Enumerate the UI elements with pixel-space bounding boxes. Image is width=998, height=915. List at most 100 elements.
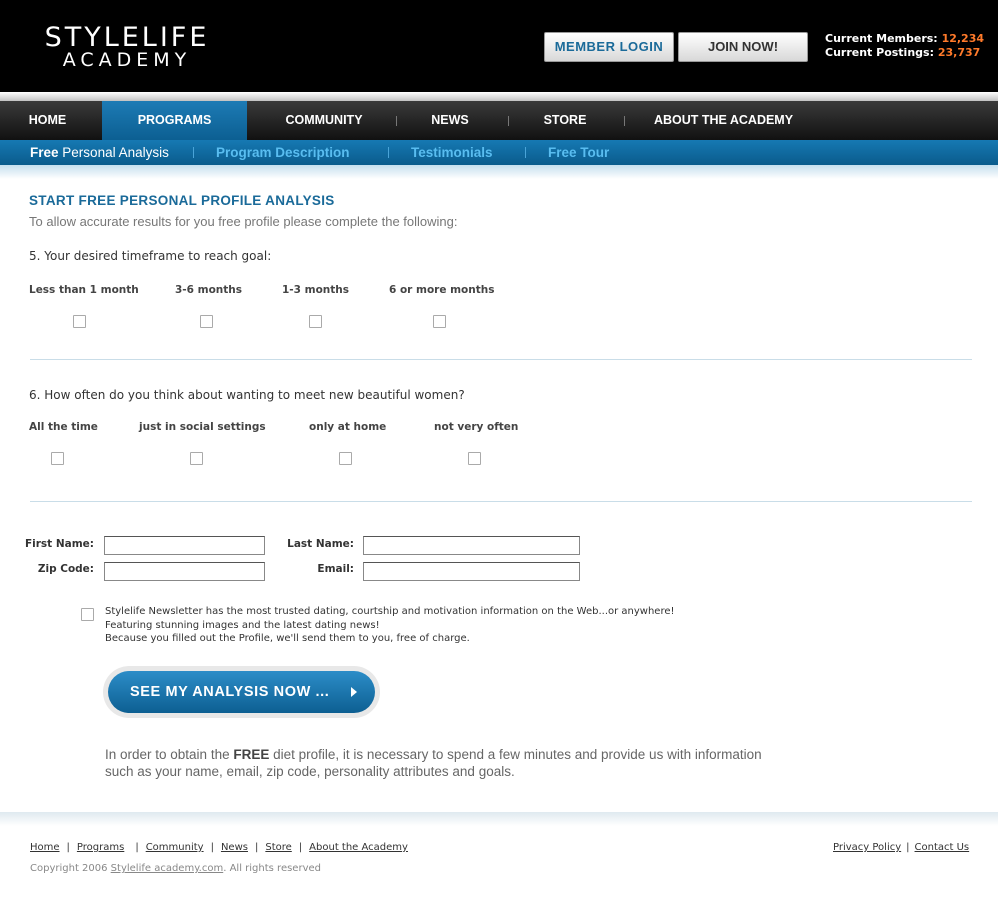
newsletter-text: Stylelife Newsletter has the most truste… <box>105 605 675 646</box>
subnav-separator <box>388 147 389 158</box>
q5-checkbox-less-than-1-month[interactable] <box>73 315 86 328</box>
newsletter-checkbox[interactable] <box>81 608 94 621</box>
first-name-field[interactable] <box>104 536 265 555</box>
note-line1-pre: In order to obtain the <box>105 747 234 762</box>
email-field[interactable] <box>363 562 580 581</box>
footer-separator-bar: | <box>135 842 139 853</box>
q6-checkbox-social-settings[interactable] <box>190 452 203 465</box>
see-my-analysis-button[interactable]: SEE MY ANALYSIS NOW ... <box>108 671 375 713</box>
footer-link-contact-us[interactable]: Contact Us <box>915 842 970 853</box>
arrow-right-icon <box>351 687 357 697</box>
join-now-button[interactable]: JOIN NOW! <box>678 32 808 62</box>
subnav-analysis-label: Personal Analysis <box>62 145 169 160</box>
nav-item-community[interactable]: COMMUNITY <box>265 101 383 140</box>
footer-legal-nav: Privacy Policy | Contact Us <box>833 842 969 853</box>
footer-separator-bar: | <box>66 842 70 853</box>
site-stats: Current Members: 12,234 Current Postings… <box>825 32 984 60</box>
note-line2: such as your name, email, zip code, pers… <box>105 764 515 779</box>
note-free: FREE <box>233 747 270 762</box>
header: STYLELIFE ACADEMY MEMBER LOGIN JOIN NOW!… <box>0 0 998 92</box>
subnav-separator <box>193 147 194 158</box>
members-label: Current Members: <box>825 32 938 45</box>
q5-option-label: 3-6 months <box>175 284 242 296</box>
page-title: START FREE PERSONAL PROFILE ANALYSIS <box>29 193 335 208</box>
q6-checkbox-only-at-home[interactable] <box>339 452 352 465</box>
nav-separator <box>624 116 625 126</box>
subnav-item-program-description[interactable]: Program Description <box>216 140 350 165</box>
footer-nav: Home | Programs | Community | News | Store | About… <box>30 842 408 853</box>
main-nav: HOME PROGRAMS COMMUNITY NEWS STORE ABOUT… <box>0 101 998 140</box>
q5-checkbox-6-or-more-months[interactable] <box>433 315 446 328</box>
question-6: 6. How often do you think about wanting … <box>29 388 465 402</box>
subnav-free-label: Free <box>30 145 59 160</box>
newsletter-line3: Because you filled out the Profile, we'l… <box>105 633 470 644</box>
newsletter-line2: Featuring stunning images and the latest… <box>105 619 380 631</box>
q5-option-label: Less than 1 month <box>29 284 139 296</box>
newsletter-line1: Stylelife Newsletter has the most truste… <box>105 606 675 617</box>
footer-link-about[interactable]: About the Academy <box>309 842 408 853</box>
subnav-item-free-analysis[interactable]: Free Personal Analysis <box>30 140 169 165</box>
last-name-field[interactable] <box>363 536 580 555</box>
footer-separator-bar: | <box>298 842 303 853</box>
cta-label: SEE MY ANALYSIS NOW ... <box>130 684 330 700</box>
cta-wrapper: SEE MY ANALYSIS NOW ... <box>103 666 380 718</box>
postings-stat: Current Postings: 23,737 <box>825 46 984 60</box>
q6-checkbox-all-the-time[interactable] <box>51 452 64 465</box>
q6-option-label: just in social settings <box>139 421 266 433</box>
divider <box>30 359 972 360</box>
copyright-post: . All rights reserved <box>223 863 321 874</box>
subnav-shadow <box>0 165 998 179</box>
footer-link-store[interactable]: Store <box>265 842 291 853</box>
nav-item-about[interactable]: ABOUT THE ACADEMY <box>645 101 802 140</box>
nav-item-programs[interactable]: PROGRAMS <box>102 101 247 140</box>
subnav-item-free-tour[interactable]: Free Tour <box>548 140 609 165</box>
nav-item-home[interactable]: HOME <box>0 101 95 140</box>
footer-separator-bar: | <box>254 842 259 853</box>
divider <box>30 501 972 502</box>
logo-line2: ACADEMY <box>62 49 192 71</box>
postings-label: Current Postings: <box>825 46 934 59</box>
email-label: Email: <box>317 563 354 575</box>
q5-checkbox-1-3-months[interactable] <box>309 315 322 328</box>
subnav-item-testimonials[interactable]: Testimonials <box>411 140 493 165</box>
nav-separator <box>396 116 397 126</box>
note-line1-post: diet profile, it is necessary to spend a… <box>269 747 762 762</box>
nav-item-news[interactable]: NEWS <box>410 101 490 140</box>
question-5: 5. Your desired timeframe to reach goal: <box>29 249 272 263</box>
q6-option-label: not very often <box>434 421 519 433</box>
footer-link-community[interactable]: Community <box>146 842 204 853</box>
footer-link-home[interactable]: Home <box>30 842 60 853</box>
q5-option-label: 6 or more months <box>389 284 495 296</box>
subnav-separator <box>525 147 526 158</box>
first-name-label: First Name: <box>24 538 94 550</box>
q5-checkbox-3-6-months[interactable] <box>200 315 213 328</box>
zip-code-label: Zip Code: <box>37 563 94 575</box>
q6-option-label: only at home <box>309 421 387 433</box>
footer-separator <box>0 812 998 826</box>
copyright-site-link[interactable]: Stylelife academy.com <box>111 863 224 874</box>
page-subtitle: To allow accurate results for you free p… <box>29 214 458 229</box>
footer-link-programs[interactable]: Programs <box>77 842 124 853</box>
q6-option-label: All the time <box>29 421 98 433</box>
postings-count: 23,737 <box>937 46 981 59</box>
zip-code-field[interactable] <box>104 562 265 581</box>
footer-link-news[interactable]: News <box>221 842 248 853</box>
q5-option-label: 1-3 months <box>282 284 349 296</box>
members-stat: Current Members: 12,234 <box>825 32 984 46</box>
nav-separator <box>508 116 509 126</box>
members-count: 12,234 <box>941 32 985 45</box>
footer-separator-bar: | <box>210 842 214 853</box>
footer-separator-bar: | <box>906 842 910 853</box>
sub-nav: Free Personal Analysis Program Descripti… <box>0 140 998 165</box>
logo-line1: STYLELIFE <box>44 22 210 53</box>
info-note: In order to obtain the FREE diet profile… <box>105 746 762 780</box>
copyright: Copyright 2006 Stylelife academy.com. Al… <box>30 863 321 874</box>
logo[interactable]: STYLELIFE ACADEMY <box>30 22 224 71</box>
member-login-button[interactable]: MEMBER LOGIN <box>544 32 674 62</box>
nav-item-store[interactable]: STORE <box>525 101 605 140</box>
copyright-pre: Copyright 2006 <box>30 863 111 874</box>
last-name-label: Last Name: <box>287 538 354 550</box>
note-line1: In order to obtain the FREE diet profile… <box>105 746 762 763</box>
q6-checkbox-not-very-often[interactable] <box>468 452 481 465</box>
footer-link-privacy-policy[interactable]: Privacy Policy <box>833 842 901 853</box>
